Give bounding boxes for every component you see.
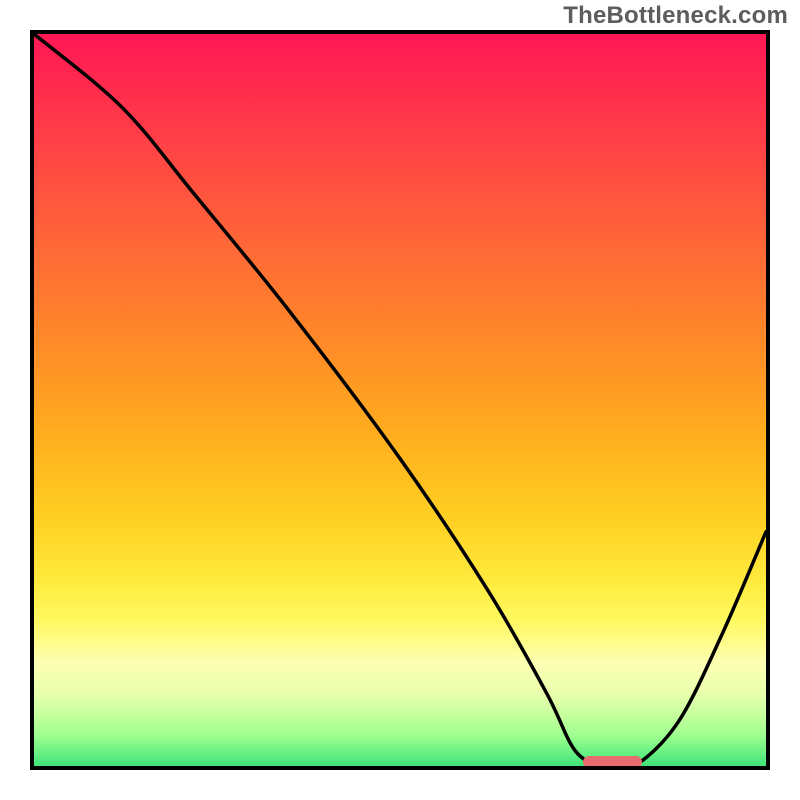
optimal-marker [583,756,642,768]
watermark-text: TheBottleneck.com [563,2,788,30]
plot-frame [30,30,770,770]
curve-path [34,34,766,766]
bottleneck-curve [34,34,766,766]
chart-container: TheBottleneck.com [0,0,800,800]
